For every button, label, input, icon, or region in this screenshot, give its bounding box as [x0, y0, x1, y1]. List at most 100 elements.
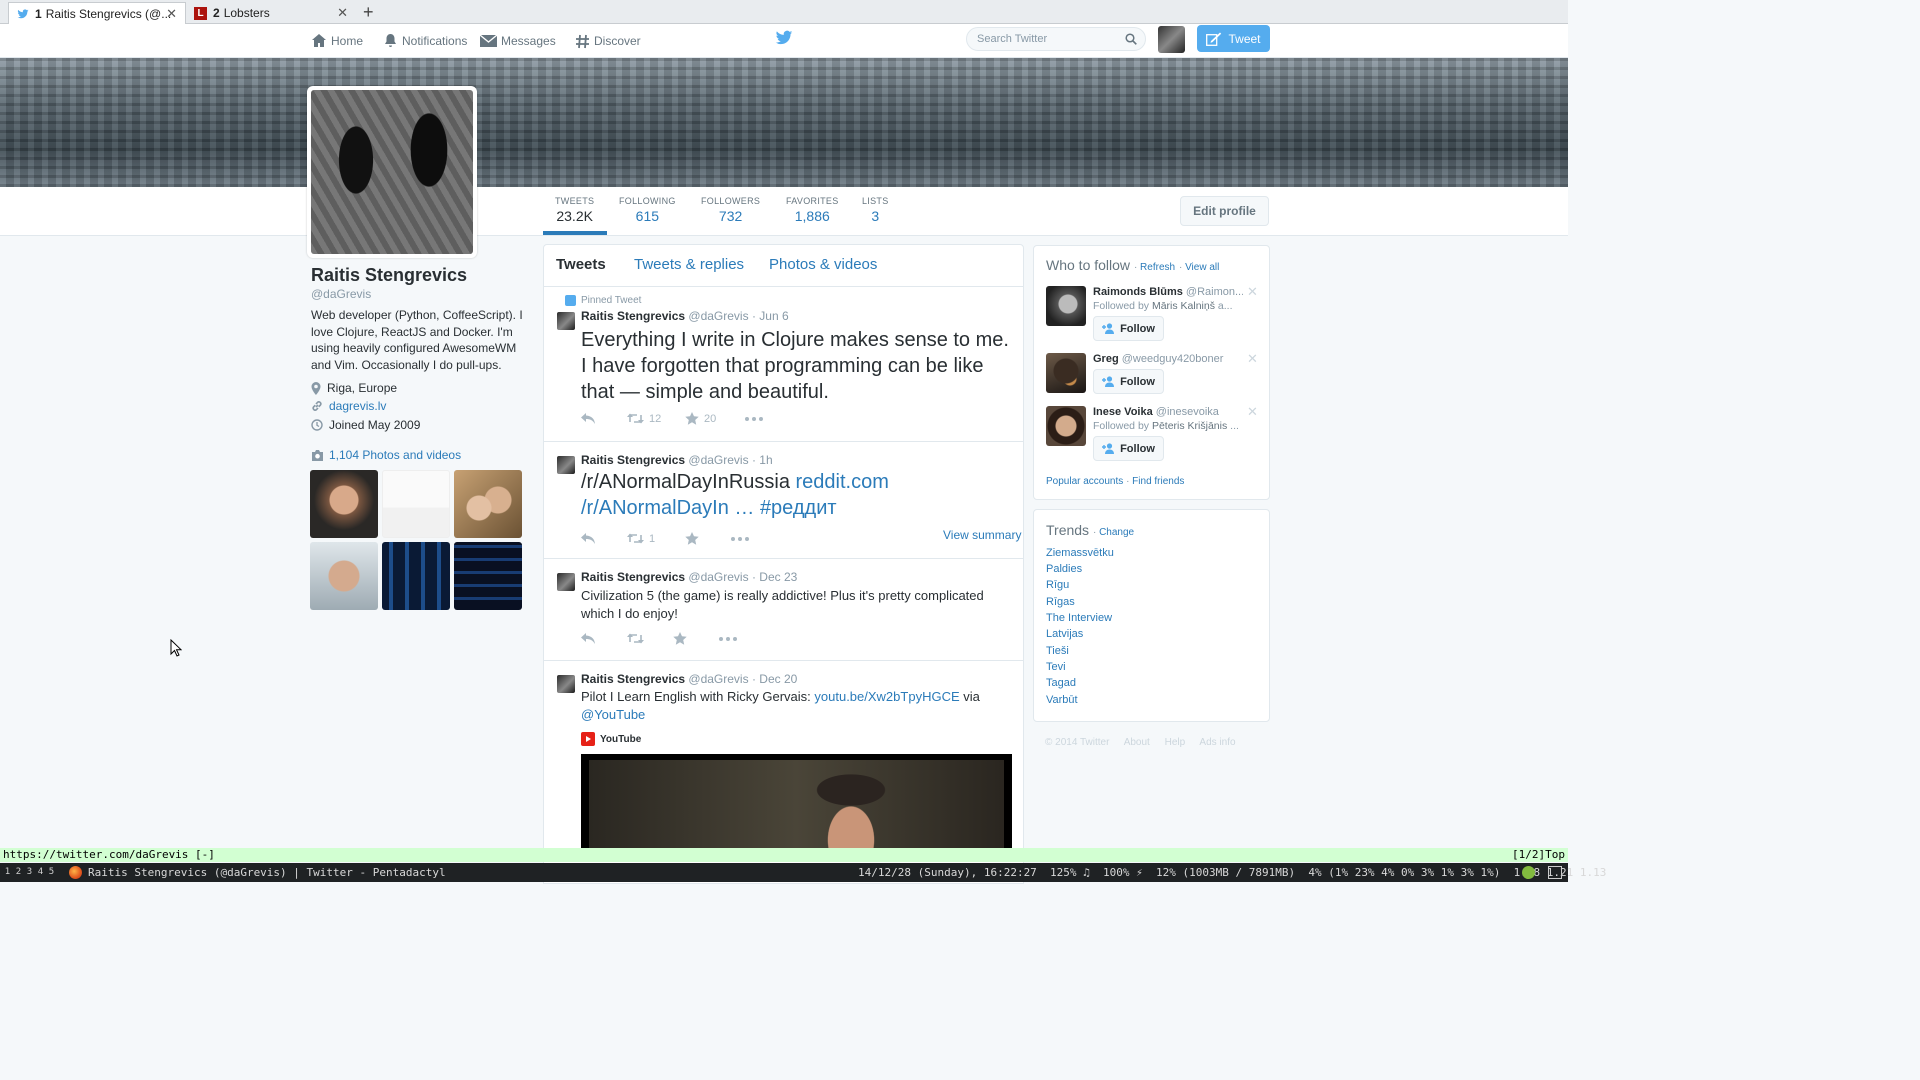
tweet-author-name[interactable]: Raitis Stengrevics — [581, 672, 685, 686]
suggestion-avatar[interactable] — [1046, 406, 1086, 446]
more-options-button[interactable] — [731, 536, 749, 541]
suggestion-name[interactable]: Inese Voika @inesevoika — [1093, 406, 1243, 418]
edit-profile-button[interactable]: Edit profile — [1180, 196, 1269, 226]
account-avatar[interactable] — [1158, 26, 1185, 53]
dismiss-suggestion-icon[interactable]: ✕ — [1247, 284, 1258, 300]
profile-avatar[interactable] — [307, 86, 477, 258]
reply-button[interactable] — [581, 413, 627, 424]
dismiss-suggestion-icon[interactable]: ✕ — [1247, 404, 1258, 420]
photo-thumbnail[interactable] — [382, 470, 450, 538]
followed-by-user[interactable]: Māris Kalniņš — [1152, 300, 1215, 312]
browser-tab-twitter[interactable]: 1 Raitis Stengrevics (@... ✕ — [8, 2, 186, 24]
tweet-author-name[interactable]: Raitis Stengrevics — [581, 453, 685, 467]
follow-button[interactable]: Follow — [1093, 316, 1164, 341]
twitter-logo-icon[interactable] — [775, 30, 793, 46]
tab-photos-and-videos[interactable]: Photos & videos — [769, 256, 877, 273]
browser-tab-lobsters[interactable]: L 2 Lobsters ✕ — [186, 2, 356, 24]
search-icon[interactable] — [1125, 33, 1137, 45]
wm-tag[interactable]: 2 — [13, 865, 24, 879]
trend-item[interactable]: Rīgas — [1046, 596, 1075, 608]
favorite-button[interactable] — [685, 532, 731, 545]
tweet-link[interactable]: /r/ANormalDayIn … — [581, 497, 754, 519]
tab-tweets[interactable]: Tweets — [556, 256, 606, 273]
footer-ads-info-link[interactable]: Ads info — [1199, 737, 1235, 748]
tweet-timestamp[interactable]: 1h — [759, 453, 772, 467]
refresh-link[interactable]: Refresh — [1140, 262, 1175, 273]
change-trends-link[interactable]: Change — [1099, 527, 1134, 538]
stat-tweets[interactable]: TWEETS 23.2K — [555, 196, 594, 224]
retweet-button[interactable] — [627, 633, 673, 644]
footer-about-link[interactable]: About — [1124, 737, 1150, 748]
tweet-item[interactable]: Raitis Stengrevics @daGrevis · Dec 23 Ci… — [544, 560, 1023, 661]
tweet-timestamp[interactable]: Dec 23 — [759, 570, 797, 584]
tweet-avatar[interactable] — [557, 573, 575, 591]
nav-home[interactable]: Home — [311, 31, 363, 51]
view-all-link[interactable]: View all — [1185, 262, 1219, 273]
tweet-item[interactable]: Raitis Stengrevics @daGrevis · 1h /r/ANo… — [544, 443, 1023, 559]
more-options-button[interactable] — [745, 416, 763, 421]
find-friends-link[interactable]: Find friends — [1132, 476, 1184, 487]
reply-button[interactable] — [581, 533, 627, 544]
stat-lists[interactable]: LISTS 3 — [862, 196, 889, 224]
retweet-button[interactable]: 12 — [627, 413, 685, 425]
wm-tag[interactable]: 3 — [24, 865, 35, 879]
trend-item[interactable]: Ziemassvētku — [1046, 547, 1114, 559]
more-options-button[interactable] — [719, 636, 737, 641]
stat-favorites[interactable]: FAVORITES 1,886 — [786, 196, 839, 224]
close-tab-icon[interactable]: ✕ — [166, 6, 177, 22]
trend-item[interactable]: The Interview — [1046, 612, 1112, 624]
close-tab-icon[interactable]: ✕ — [337, 5, 348, 21]
dismiss-suggestion-icon[interactable]: ✕ — [1247, 351, 1258, 367]
tweet-mention[interactable]: @YouTube — [581, 707, 645, 722]
suggestion-name[interactable]: Greg @weedguy420boner — [1093, 353, 1243, 365]
tweet-timestamp[interactable]: Jun 6 — [759, 309, 788, 323]
tweet-author-name[interactable]: Raitis Stengrevics — [581, 309, 685, 323]
view-summary-link[interactable]: View summary — [943, 528, 1021, 542]
new-tab-button[interactable]: + — [363, 2, 381, 23]
profile-name[interactable]: Raitis Stengrevics — [311, 265, 467, 286]
media-card-source[interactable]: YouTube — [581, 732, 641, 746]
photos-and-videos-link[interactable]: 1,104 Photos and videos — [311, 448, 461, 462]
footer-help-link[interactable]: Help — [1165, 737, 1186, 748]
photo-thumbnail[interactable] — [310, 542, 378, 610]
popular-accounts-link[interactable]: Popular accounts — [1046, 476, 1123, 487]
tweet-item[interactable]: Pinned Tweet Raitis Stengrevics @daGrevi… — [544, 288, 1023, 442]
nav-notifications[interactable]: Notifications — [383, 31, 467, 51]
search-input[interactable]: Search Twitter — [966, 27, 1146, 51]
tweet-avatar[interactable] — [557, 312, 575, 330]
wm-tag[interactable]: 5 — [46, 865, 57, 879]
wm-tag[interactable]: 1 — [2, 865, 13, 879]
layout-icon[interactable] — [1548, 866, 1562, 879]
follow-button[interactable]: Follow — [1093, 436, 1164, 461]
photo-thumbnail[interactable] — [454, 542, 522, 610]
wm-tag[interactable]: 4 — [35, 865, 46, 879]
tweet-author-name[interactable]: Raitis Stengrevics — [581, 570, 685, 584]
tweet-link[interactable]: reddit.com — [796, 471, 889, 493]
video-player[interactable] — [581, 754, 1012, 852]
photo-thumbnail[interactable] — [310, 470, 378, 538]
stat-following[interactable]: FOLLOWING 615 — [619, 196, 676, 224]
tweet-avatar[interactable] — [557, 675, 575, 693]
favorite-button[interactable]: 20 — [685, 412, 745, 425]
tweet-timestamp[interactable]: Dec 20 — [759, 672, 797, 686]
trend-item[interactable]: Paldies — [1046, 563, 1082, 575]
nav-discover[interactable]: Discover — [575, 31, 641, 51]
tweet-item[interactable]: Raitis Stengrevics @daGrevis · Dec 20 Pi… — [544, 662, 1023, 852]
tweet-link[interactable]: youtu.be/Xw2bTpyHGCE — [814, 689, 959, 704]
trend-item[interactable]: Latvijas — [1046, 628, 1083, 640]
reply-button[interactable] — [581, 633, 627, 644]
trend-item[interactable]: Varbūt — [1046, 694, 1078, 706]
trend-item[interactable]: Rīgu — [1046, 579, 1069, 591]
trend-item[interactable]: Tevi — [1046, 661, 1066, 673]
stat-followers[interactable]: FOLLOWERS 732 — [701, 196, 760, 224]
follow-button[interactable]: Follow — [1093, 369, 1164, 394]
nav-messages[interactable]: Messages — [480, 31, 556, 51]
suggestion-name[interactable]: Raimonds Blūms @Raimon... — [1093, 286, 1243, 298]
suggestion-avatar[interactable] — [1046, 353, 1086, 393]
spotify-icon[interactable] — [1522, 866, 1535, 879]
tweet-hashtag[interactable]: #реддит — [760, 497, 837, 519]
photo-thumbnail[interactable] — [454, 470, 522, 538]
retweet-button[interactable]: 1 — [627, 533, 685, 545]
favorite-button[interactable] — [673, 632, 719, 645]
trend-item[interactable]: Tieši — [1046, 645, 1069, 657]
